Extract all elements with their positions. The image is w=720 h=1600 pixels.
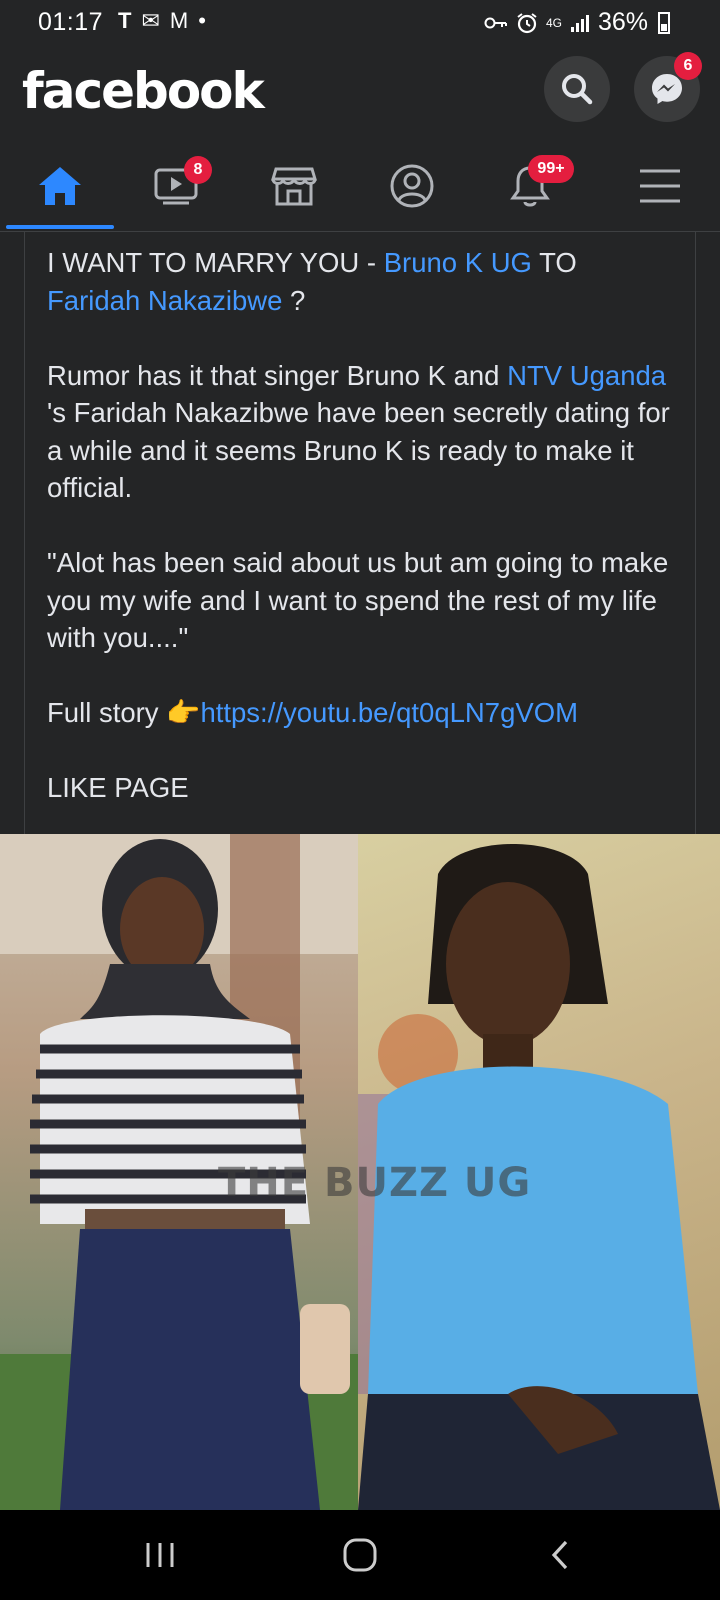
recent-apps-icon xyxy=(146,1543,174,1567)
mention-bruno-k[interactable]: Bruno K UG xyxy=(384,247,532,278)
clock: 01:17 xyxy=(38,8,104,36)
t-notification-icon: T xyxy=(118,8,132,33)
tab-notifications[interactable]: 99+ xyxy=(474,140,586,232)
home-circle-icon xyxy=(343,1538,377,1572)
tab-menu[interactable] xyxy=(604,140,716,232)
app-header: facebook 6 xyxy=(0,44,720,140)
network-type: 4G xyxy=(545,15,562,30)
home-button[interactable] xyxy=(330,1528,390,1582)
video-badge: 8 xyxy=(184,156,212,184)
home-icon xyxy=(39,167,81,205)
post-headline: I WANT TO MARRY YOU - Bruno K UG TO Fari… xyxy=(47,244,673,319)
tab-marketplace[interactable] xyxy=(238,140,350,232)
hamburger-menu-icon xyxy=(640,169,680,203)
battery-icon xyxy=(658,11,670,34)
notifications-badge: 99+ xyxy=(528,155,574,183)
mention-faridah[interactable]: Faridah Nakazibwe xyxy=(47,285,282,316)
back-button[interactable] xyxy=(530,1528,590,1582)
rumor-text-end: 's Faridah Nakazibwe have been secretly … xyxy=(47,397,670,503)
post-full-story: Full story 👉https://youtu.be/qt0qLN7gVOM xyxy=(47,694,673,732)
gmail-icon: M xyxy=(169,8,189,33)
tab-video[interactable]: 8 xyxy=(120,140,232,232)
facebook-logo[interactable]: facebook xyxy=(22,62,265,120)
rumor-text-start: Rumor has it that singer Bruno K and xyxy=(47,359,508,391)
battery-percent: 36% xyxy=(597,8,648,36)
active-tab-indicator xyxy=(6,225,114,229)
tab-home[interactable] xyxy=(4,140,116,232)
vpn-key-icon xyxy=(484,17,507,28)
search-icon xyxy=(562,74,593,105)
mail-icon: ✉ xyxy=(141,8,160,33)
mention-ntv-uganda[interactable]: NTV Uganda xyxy=(507,360,666,391)
youtube-link[interactable]: https://youtu.be/qt0qLN7gVOM xyxy=(200,697,578,728)
notification-icons: T ✉ M • xyxy=(118,8,206,34)
headline-suffix: ? xyxy=(282,284,306,316)
search-button[interactable] xyxy=(544,56,610,122)
status-right: 4G 36% xyxy=(484,8,670,37)
tab-bar: 8 99+ xyxy=(0,140,720,232)
tab-profile[interactable] xyxy=(356,140,468,232)
signal-icon xyxy=(570,14,589,32)
profile-icon xyxy=(390,164,434,208)
full-story-label: Full story xyxy=(47,697,167,728)
like-page-text: LIKE PAGE xyxy=(47,772,189,803)
back-chevron-icon xyxy=(551,1540,568,1570)
status-bar: 01:17 T ✉ M • 4G 36% xyxy=(0,0,720,44)
post-paragraph-rumor: Rumor has it that singer Bruno K and NTV… xyxy=(47,357,673,507)
recent-apps-button[interactable] xyxy=(130,1528,190,1582)
more-notifications-dot: • xyxy=(198,8,206,33)
post-text: I WANT TO MARRY YOU - Bruno K UG TO Fari… xyxy=(24,232,696,834)
pointing-hand-icon: 👉 xyxy=(166,697,201,728)
headline-to: TO xyxy=(531,247,577,278)
messenger-badge: 6 xyxy=(674,52,702,80)
marketplace-icon xyxy=(271,167,317,206)
alarm-icon xyxy=(517,12,537,33)
image-watermark: THE BUZZ UG xyxy=(218,1160,532,1206)
messenger-button[interactable]: 6 xyxy=(634,52,702,122)
headline-text: I WANT TO MARRY YOU - xyxy=(47,247,384,278)
post-quote: "Alot has been said about us but am goin… xyxy=(47,547,669,653)
system-nav-bar xyxy=(0,1510,720,1600)
